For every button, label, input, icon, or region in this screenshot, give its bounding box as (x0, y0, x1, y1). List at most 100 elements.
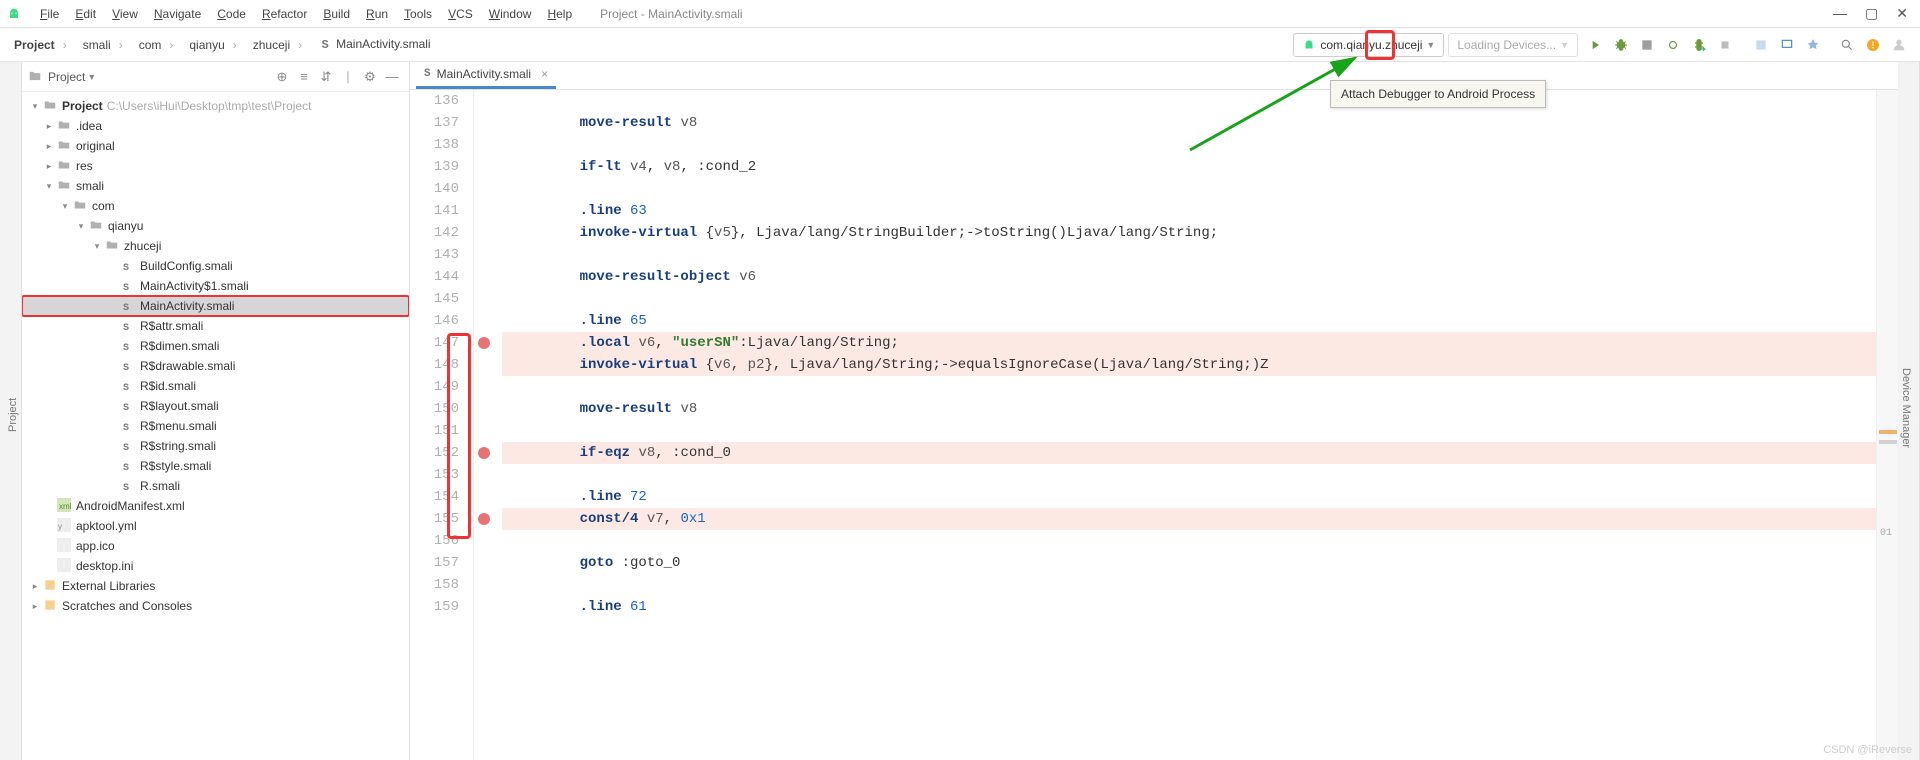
menu-refactor[interactable]: Refactor (254, 5, 315, 23)
tooltip-attach-debugger: Attach Debugger to Android Process (1330, 80, 1546, 108)
tree-item[interactable]: ▸SR$string.smali (22, 436, 409, 456)
ide-update-button[interactable] (1860, 32, 1886, 58)
menu-edit[interactable]: Edit (67, 5, 104, 23)
search-everywhere-button[interactable] (1834, 32, 1860, 58)
chevron-down-icon: ▼ (87, 72, 96, 82)
close-tab-button[interactable]: × (541, 67, 548, 81)
folder-icon (28, 69, 44, 85)
menu-vcs[interactable]: VCS (440, 5, 481, 23)
avd-button[interactable] (1774, 32, 1800, 58)
project-view-selector[interactable]: Project (48, 70, 85, 84)
tree-item[interactable]: ▸SMainActivity$1.smali (22, 276, 409, 296)
chevron-down-icon: ▼ (1560, 40, 1569, 50)
project-tool-window: Project ▼ ⊕ ≡ ⇵ | ⚙ — ▾ProjectC:\Users\i… (22, 62, 410, 760)
code-content[interactable]: move-result v8 if-lt v4, v8, :cond_2 .li… (502, 90, 1876, 760)
close-button[interactable]: ✕ (1896, 5, 1908, 22)
tree-item[interactable]: ▸SBuildConfig.smali (22, 256, 409, 276)
main-area: Project Project ▼ ⊕ ≡ ⇵ | ⚙ — ▾ProjectC:… (0, 62, 1920, 760)
tree-item[interactable]: ▸SR$dimen.smali (22, 336, 409, 356)
expand-all-button[interactable]: ≡ (293, 69, 315, 84)
smali-file-icon: S (424, 68, 431, 80)
menu-view[interactable]: View (104, 5, 146, 23)
tree-item[interactable]: ▾ProjectC:\Users\iHui\Desktop\tmp\test\P… (22, 96, 409, 116)
collapse-all-button[interactable]: ⇵ (315, 69, 337, 85)
code-editor[interactable]: 1361371381391401411421431441451461471481… (410, 90, 1898, 760)
tree-item[interactable]: ▸SR.smali (22, 476, 409, 496)
user-icon[interactable] (1886, 32, 1912, 58)
device-selector[interactable]: Loading Devices... ▼ (1448, 33, 1578, 57)
tree-item[interactable]: ▸SR$layout.smali (22, 396, 409, 416)
bytecode-tab[interactable]: 字节码 (1914, 62, 1920, 754)
tree-item[interactable]: ▸yapktool.yml (22, 516, 409, 536)
window-title: Project - MainActivity.smali (600, 7, 742, 21)
tree-item[interactable]: ▸SR$drawable.smali (22, 356, 409, 376)
tree-item[interactable]: ▸Scratches and Consoles (22, 596, 409, 616)
tree-item[interactable]: ▸SMainActivity.smali (22, 296, 409, 316)
editor-area: S MainActivity.smali × 13613713813914014… (410, 62, 1898, 760)
breadcrumb-file[interactable]: SMainActivity.smali (312, 37, 436, 52)
project-tool-tab[interactable]: Project (5, 70, 21, 760)
settings-button[interactable]: ⚙ (359, 69, 381, 85)
breadcrumb-zhuceji[interactable]: zhuceji (247, 38, 312, 52)
breadcrumb-project[interactable]: Project (8, 38, 77, 52)
error-stripe[interactable]: 01 (1876, 90, 1898, 760)
tree-item[interactable]: ▾com (22, 196, 409, 216)
device-manager-tab[interactable]: Device Manager (1898, 62, 1914, 754)
minimize-button[interactable]: — (1833, 5, 1847, 22)
tree-item[interactable]: ▸SR$id.smali (22, 376, 409, 396)
tree-item[interactable]: ▸SR$attr.smali (22, 316, 409, 336)
menu-build[interactable]: Build (315, 5, 358, 23)
menu-navigate[interactable]: Navigate (146, 5, 209, 23)
tree-item[interactable]: ▸SR$style.smali (22, 456, 409, 476)
tree-item[interactable]: ▾zhuceji (22, 236, 409, 256)
tree-item[interactable]: ▸External Libraries (22, 576, 409, 596)
debug-button[interactable] (1608, 32, 1634, 58)
project-tree[interactable]: ▾ProjectC:\Users\iHui\Desktop\tmp\test\P… (22, 92, 409, 760)
tree-item[interactable]: ▸desktop.ini (22, 556, 409, 576)
project-panel-header: Project ▼ ⊕ ≡ ⇵ | ⚙ — (22, 62, 409, 92)
sdk-button[interactable] (1800, 32, 1826, 58)
marker-label: 01 (1880, 528, 1892, 539)
tree-item[interactable]: ▸SR$menu.smali (22, 416, 409, 436)
menu-code[interactable]: Code (209, 5, 254, 23)
tree-item[interactable]: ▾qianyu (22, 216, 409, 236)
coverage-button[interactable] (1634, 32, 1660, 58)
tree-item[interactable]: ▸res (22, 156, 409, 176)
breadcrumb-qianyu[interactable]: qianyu (183, 38, 246, 52)
chevron-down-icon: ▼ (1426, 40, 1435, 50)
sync-button[interactable] (1748, 32, 1774, 58)
editor-tab-mainactivity[interactable]: S MainActivity.smali × (416, 62, 556, 89)
stop-button[interactable] (1712, 32, 1738, 58)
breakpoint-gutter[interactable] (474, 90, 502, 760)
menu-help[interactable]: Help (539, 5, 580, 23)
menu-bar: FileEditViewNavigateCodeRefactorBuildRun… (0, 0, 1920, 28)
breakpoint-icon[interactable] (478, 513, 490, 525)
menu-window[interactable]: Window (481, 5, 540, 23)
select-opened-file-button[interactable]: ⊕ (271, 69, 293, 85)
svg-text:xml: xml (59, 502, 71, 511)
maximize-button[interactable]: ▢ (1865, 5, 1878, 22)
tree-item[interactable]: ▸.idea (22, 116, 409, 136)
tree-item[interactable]: ▾smali (22, 176, 409, 196)
app-logo (6, 6, 22, 22)
run-button[interactable] (1582, 32, 1608, 58)
tree-item[interactable]: ▸xmlAndroidManifest.xml (22, 496, 409, 516)
right-tool-strip: Device Manager 字节码 Em (1898, 62, 1920, 760)
editor-tab-label: MainActivity.smali (437, 67, 531, 81)
menu-run[interactable]: Run (358, 5, 396, 23)
profiler-button[interactable] (1660, 32, 1686, 58)
hide-button[interactable]: — (381, 69, 403, 84)
editor-tabs: S MainActivity.smali × (410, 62, 1898, 90)
breakpoint-icon[interactable] (478, 337, 490, 349)
tree-item[interactable]: ▸original (22, 136, 409, 156)
breadcrumb-com[interactable]: com (133, 38, 184, 52)
menu-file[interactable]: File (32, 5, 67, 23)
tree-item[interactable]: ▸app.ico (22, 536, 409, 556)
window-controls: — ▢ ✕ (1833, 5, 1908, 22)
line-number-gutter[interactable]: 1361371381391401411421431441451461471481… (410, 90, 474, 760)
breakpoint-icon[interactable] (478, 447, 490, 459)
menu-tools[interactable]: Tools (396, 5, 440, 23)
breadcrumb-smali[interactable]: smali (77, 38, 133, 52)
attach-debugger-button[interactable] (1686, 32, 1712, 58)
svg-text:y: y (58, 522, 62, 531)
